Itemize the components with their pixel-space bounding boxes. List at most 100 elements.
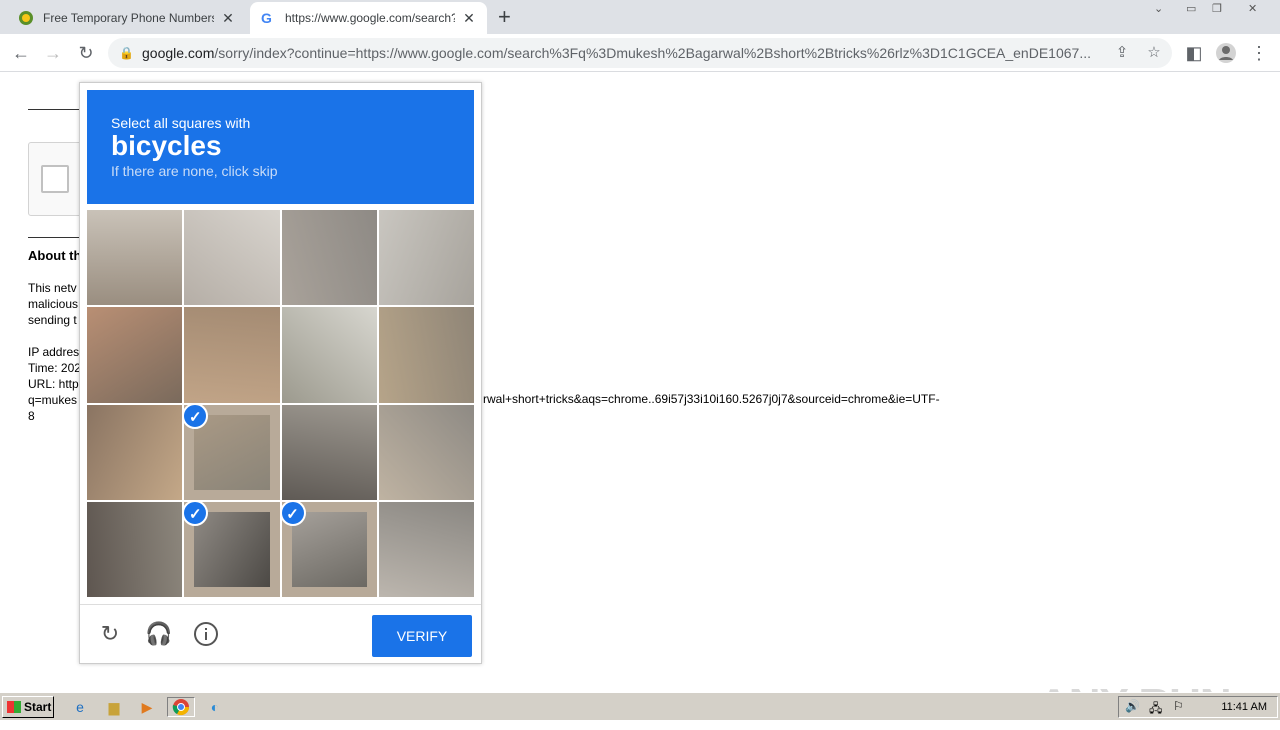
captcha-tile[interactable]	[281, 404, 377, 500]
image-grid: ✓ ✓ ✓	[87, 210, 474, 597]
tab-google-search[interactable]: G https://www.google.com/search?q= ✕	[250, 2, 487, 34]
paragraph: This netv malicious sending t	[28, 280, 78, 328]
tile-image	[194, 414, 270, 490]
new-tab-button[interactable]: +	[498, 6, 511, 28]
lock-icon[interactable]: 🔒	[119, 46, 134, 60]
tile-image	[184, 210, 280, 306]
minimize-icon[interactable]: ▭	[1186, 2, 1196, 15]
explorer-folder-icon[interactable]: ▆	[104, 697, 124, 717]
captcha-tile[interactable]	[87, 501, 183, 597]
captcha-tile[interactable]	[281, 307, 377, 403]
audio-challenge-icon[interactable]: 🎧	[145, 621, 172, 647]
tile-image	[87, 501, 183, 597]
paragraph-line: This netv	[28, 281, 77, 295]
recaptcha-checkbox[interactable]	[41, 165, 69, 193]
captcha-tile[interactable]	[378, 307, 474, 403]
ip-line: IP addres	[28, 345, 80, 359]
start-label: Start	[24, 700, 52, 714]
challenge-banner: Select all squares with bicycles If ther…	[87, 90, 474, 204]
captcha-tile[interactable]	[87, 307, 183, 403]
window-close-icon[interactable]: ✕	[1248, 2, 1257, 15]
divider	[28, 237, 83, 238]
chrome-taskbar-icon[interactable]	[167, 697, 195, 717]
tab-strip: Free Temporary Phone Numbers for ✕ G htt…	[0, 0, 1280, 34]
start-button[interactable]: Start	[2, 696, 54, 718]
captcha-tile[interactable]	[378, 501, 474, 597]
edge-icon[interactable]: ◐	[205, 697, 225, 717]
captcha-tile[interactable]: ✓	[184, 404, 280, 500]
url-text: google.com/sorry/index?continue=https://…	[142, 45, 1102, 61]
divider	[28, 109, 83, 110]
recaptcha-challenge: Select all squares with bicycles If ther…	[79, 82, 482, 664]
url-line: URL: http	[28, 377, 79, 391]
captcha-tile[interactable]	[281, 210, 377, 306]
side-panel-icon[interactable]: ◧	[1183, 42, 1205, 64]
tab-title: Free Temporary Phone Numbers for	[43, 11, 214, 25]
about-heading: About th	[28, 248, 81, 264]
selected-check-icon: ✓	[281, 501, 306, 526]
tile-image	[291, 511, 367, 587]
challenge-footer: ↻ 🎧 VERIFY	[80, 604, 481, 663]
instruction-text: Select all squares with	[111, 115, 251, 131]
media-player-icon[interactable]: ▶	[137, 697, 157, 717]
windows-taskbar: Start e ▆ ▶ ◐ 🔊 🖧 ⚐ 11:41 AM	[0, 692, 1280, 720]
captcha-tile[interactable]: ✓	[281, 501, 377, 597]
about-heading-text: About th	[28, 248, 82, 263]
action-center-flag-icon[interactable]: ⚐	[1173, 699, 1184, 713]
profile-avatar-icon[interactable]	[1215, 42, 1237, 64]
query-line: q=mukes	[28, 393, 78, 407]
browser-toolbar: ← → ↻ 🔒 google.com/sorry/index?continue=…	[0, 34, 1280, 72]
tab-favicon-icon	[19, 11, 33, 25]
info-icon[interactable]	[193, 621, 219, 647]
back-icon[interactable]: ←	[10, 42, 32, 64]
network-icon[interactable]: 🖧	[1149, 699, 1162, 720]
reload-icon[interactable]: ↻	[75, 42, 97, 64]
url-tail-line: 8	[28, 409, 35, 423]
tile-image	[87, 307, 183, 403]
tile-image	[378, 404, 474, 500]
paragraph-line: sending t	[28, 313, 77, 327]
captcha-tile[interactable]	[378, 210, 474, 306]
forward-icon[interactable]: →	[42, 42, 64, 64]
captcha-tile[interactable]	[378, 404, 474, 500]
tab-close-icon[interactable]: ✕	[461, 10, 477, 27]
tile-image	[378, 210, 474, 306]
clock: 11:41 AM	[1221, 701, 1267, 713]
share-icon[interactable]: ⇪	[1113, 44, 1131, 62]
address-bar[interactable]: 🔒 google.com/sorry/index?continue=https:…	[108, 38, 1172, 68]
menu-kebab-icon[interactable]: ⋮	[1248, 42, 1270, 64]
tab-search-icon[interactable]: ⌄	[1154, 2, 1163, 15]
tile-image	[378, 501, 474, 597]
tile-image	[87, 404, 183, 500]
url-path: /sorry/index?continue=https://www.google…	[214, 45, 1091, 61]
tab-temp-phone[interactable]: Free Temporary Phone Numbers for ✕	[8, 2, 246, 34]
google-favicon-icon: G	[261, 10, 272, 26]
url-tail-text: rwal+short+tricks&aqs=chrome..69i57j33i1…	[483, 392, 940, 406]
url-host: google.com	[142, 45, 215, 61]
reload-challenge-icon[interactable]: ↻	[97, 621, 123, 647]
skip-hint: If there are none, click skip	[111, 163, 278, 179]
captcha-tile[interactable]	[87, 404, 183, 500]
target-object: bicycles	[111, 130, 222, 161]
svg-text:G: G	[261, 10, 272, 26]
tile-image	[378, 307, 474, 403]
tile-image	[87, 210, 183, 306]
details: IP addres Time: 202 URL: http q=mukes 8	[28, 344, 81, 424]
captcha-tile[interactable]: ✓	[184, 501, 280, 597]
windows-flag-icon	[7, 701, 21, 713]
volume-icon[interactable]: 🔊	[1125, 699, 1140, 713]
tile-image	[184, 307, 280, 403]
captcha-tile[interactable]	[184, 307, 280, 403]
verify-button[interactable]: VERIFY	[372, 615, 472, 657]
tab-title: https://www.google.com/search?q=	[285, 11, 455, 25]
captcha-tile[interactable]	[87, 210, 183, 306]
tile-image	[194, 511, 270, 587]
bookmark-star-icon[interactable]: ☆	[1145, 44, 1163, 62]
ie-icon[interactable]: e	[70, 697, 90, 717]
restore-icon[interactable]: ❐	[1212, 2, 1222, 15]
paragraph-line: malicious	[28, 297, 79, 311]
system-tray: 🔊 🖧 ⚐ 11:41 AM	[1118, 696, 1278, 718]
captcha-tile[interactable]	[184, 210, 280, 306]
tab-close-icon[interactable]: ✕	[220, 10, 236, 27]
tile-image	[281, 307, 377, 403]
